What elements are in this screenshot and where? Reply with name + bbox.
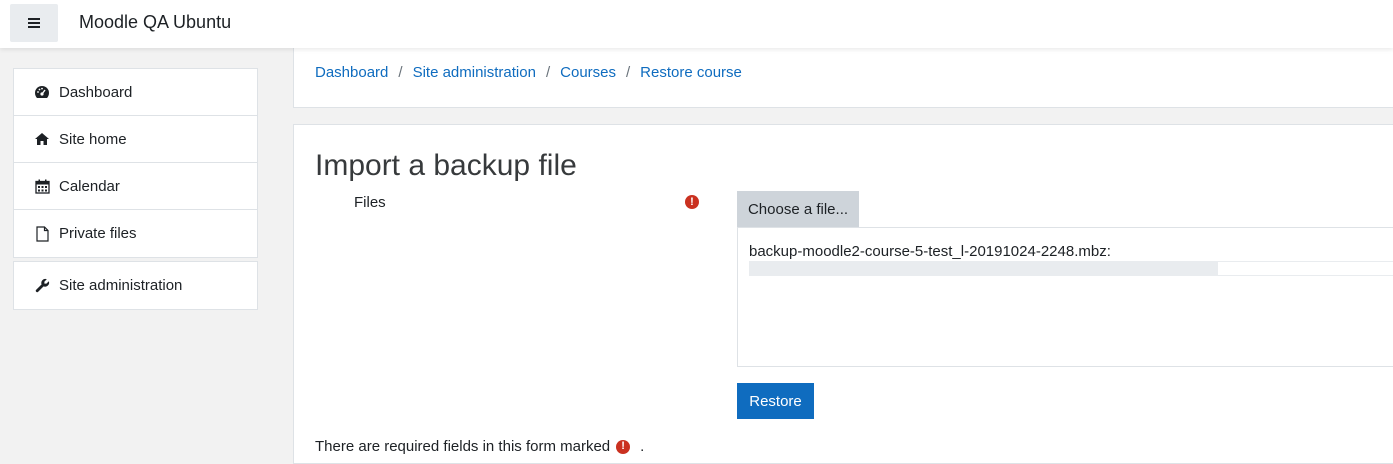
page-header: Dashboard / Site administration / Course… [293, 48, 1393, 108]
breadcrumb-item-site-administration[interactable]: Site administration [413, 64, 536, 81]
exclamation-icon: ! [685, 195, 699, 209]
file-icon [34, 225, 50, 242]
breadcrumb-item-dashboard[interactable]: Dashboard [315, 64, 388, 81]
import-backup-form: Import a backup file Files ! Choose a fi… [293, 124, 1393, 464]
sidebar-item-private-files[interactable]: Private files [14, 210, 257, 257]
sidebar-item-calendar[interactable]: Calendar [14, 163, 257, 210]
sidebar-item-label: Dashboard [59, 83, 133, 101]
sidebar-item-label: Private files [59, 225, 137, 242]
sidebar-item-site-home[interactable]: Site home [14, 116, 257, 163]
breadcrumb-separator: / [545, 64, 551, 81]
wrench-icon [34, 278, 50, 294]
sidebar-item-dashboard[interactable]: Dashboard [14, 69, 257, 116]
home-icon [34, 131, 50, 147]
sidebar-item-label: Site home [59, 130, 127, 148]
dashboard-icon [34, 84, 50, 100]
drawer-toggle-button[interactable] [10, 4, 58, 42]
breadcrumb-separator: / [398, 64, 403, 81]
files-label: Files [354, 194, 386, 211]
choose-file-button[interactable]: Choose a file... [737, 191, 859, 227]
required-note-end: . [640, 438, 645, 455]
exclamation-icon: ! [616, 439, 631, 454]
sidebar-item-site-administration[interactable]: Site administration [14, 262, 257, 309]
top-navbar: Moodle QA Ubuntu [0, 0, 1393, 48]
site-name[interactable]: Moodle QA Ubuntu [79, 12, 231, 33]
breadcrumb-item-courses[interactable]: Courses [560, 64, 616, 81]
restore-button[interactable]: Restore [737, 383, 814, 419]
upload-progress-fill [750, 262, 1218, 275]
nav-drawer: Dashboard Site home Calendar Private fil… [0, 48, 278, 457]
breadcrumb: Dashboard / Site administration / Course… [315, 64, 742, 81]
required-fields-note: There are required fields in this form m… [315, 438, 644, 455]
sidebar-item-label: Calendar [59, 177, 120, 195]
nav-group-main: Dashboard Site home Calendar Private fil… [13, 68, 258, 258]
calendar-icon [34, 178, 50, 194]
page-title: Import a backup file [315, 149, 577, 182]
nav-group-admin: Site administration [13, 261, 258, 310]
upload-progress-bar [749, 261, 1393, 276]
hamburger-icon [28, 18, 40, 28]
breadcrumb-item-restore-course[interactable]: Restore course [640, 64, 742, 81]
breadcrumb-separator: / [626, 64, 631, 81]
required-note-text: There are required fields in this form m… [315, 438, 611, 455]
uploaded-file-name: backup-moodle2-course-5-test_l-20191024-… [749, 243, 1111, 260]
file-drop-area[interactable]: backup-moodle2-course-5-test_l-20191024-… [737, 227, 1393, 367]
sidebar-item-label: Site administration [59, 277, 183, 294]
